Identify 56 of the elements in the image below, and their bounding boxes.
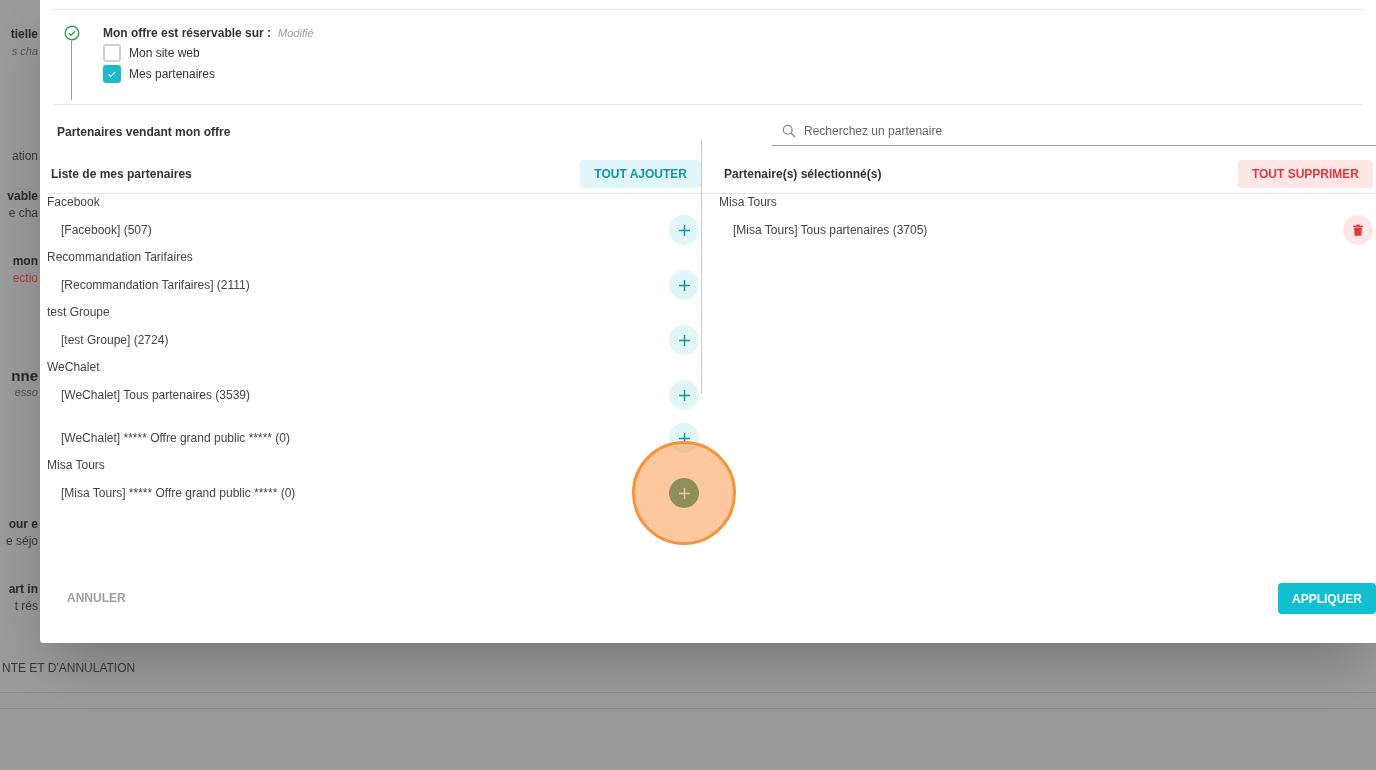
partner-name: [Misa Tours] Tous partenaires (3705) [733,222,928,239]
partner-name: [test Groupe] (2724) [61,332,169,349]
column-title: Partenaire(s) sélectionné(s) [724,165,882,183]
checkbox[interactable] [103,43,121,62]
trash-icon [1353,224,1363,236]
add-button[interactable] [669,478,699,508]
checkbox-label: Mes partenaires [129,65,216,83]
background-text: e séjo [5,533,38,550]
add-button[interactable] [669,423,699,453]
background-heading: our e [8,516,38,533]
background-text: e cha [8,205,38,222]
group-name: WeChalet [47,359,101,376]
group-name: Misa Tours [719,194,778,211]
background-heading: tielle [10,26,38,43]
plus-icon [678,224,690,236]
partner-name: [Facebook] (507) [61,222,152,239]
plus-icon [678,487,690,499]
column-title: Liste de mes partenaires [51,165,192,183]
step-title: Mon offre est réservable sur : [103,25,272,42]
search-field[interactable]: Recherchez un partenaire [804,118,1376,144]
cancel-button[interactable]: ANNULER [54,583,139,613]
add-button[interactable] [669,325,699,355]
section-label: NTE ET D'ANNULATION [2,659,136,677]
apply-button[interactable]: APPLIQUER [1278,583,1376,614]
add-button[interactable] [669,215,699,245]
add-all-button[interactable]: TOUT AJOUTER [580,159,701,188]
add-button[interactable] [669,270,699,300]
delete-button[interactable] [1343,215,1373,245]
background-heading: nne [11,367,38,384]
add-button[interactable] [669,380,699,410]
error-text: ectio [12,270,38,287]
background-text: ation [11,148,38,165]
partner-name: [Misa Tours] ***** Offre grand public ***** (0) [61,485,296,502]
plus-icon [678,389,690,401]
background-text: t rés [14,598,38,615]
group-name: Facebook [47,194,101,211]
checkbox[interactable] [103,64,121,83]
section-title: Partenaires vendant mon offre [57,123,232,141]
partner-name: [Recommandation Tarifaires] (2111) [61,277,250,294]
remove-all-button[interactable]: TOUT SUPPRIMER [1237,159,1373,188]
plus-icon [678,334,690,346]
background-heading: vable [7,188,38,205]
checkbox-label: Mon site web [129,44,200,62]
status-label: Modifié [278,26,314,41]
background-note: esso [14,385,38,400]
plus-icon [678,279,690,291]
plus-icon [678,432,690,444]
group-name: Recommandation Tarifaires [47,249,194,266]
partner-name: [WeChalet] Tous partenaires (3539) [61,387,250,404]
background-heading: art in [8,581,38,598]
partner-name: [WeChalet] ***** Offre grand public ***** (0) [61,430,290,447]
search-icon [782,124,796,138]
group-name: test Groupe [47,304,111,321]
background-heading: mon [12,253,38,270]
group-name: Misa Tours [47,457,106,474]
background-note: s cha [11,44,38,59]
